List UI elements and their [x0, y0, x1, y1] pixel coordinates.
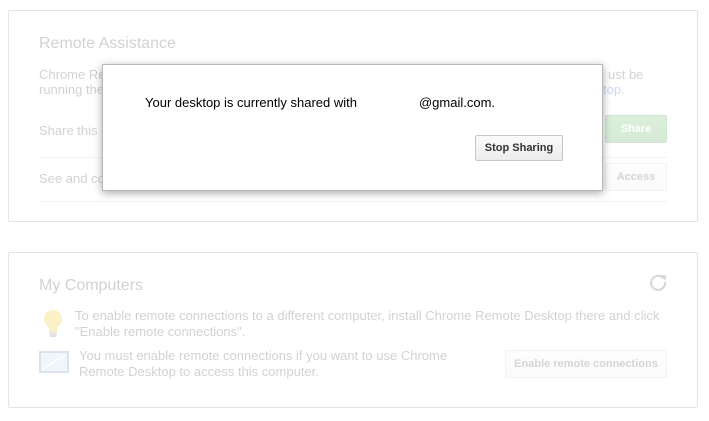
- stop-sharing-button[interactable]: Stop Sharing: [475, 135, 563, 161]
- sharing-message-prefix: Your desktop is currently shared with: [145, 95, 357, 110]
- sharing-dialog: Your desktop is currently shared with @gm…: [102, 64, 603, 191]
- sharing-email-suffix: @gmail.com.: [418, 95, 496, 110]
- sharing-message: Your desktop is currently shared with @gm…: [145, 95, 495, 110]
